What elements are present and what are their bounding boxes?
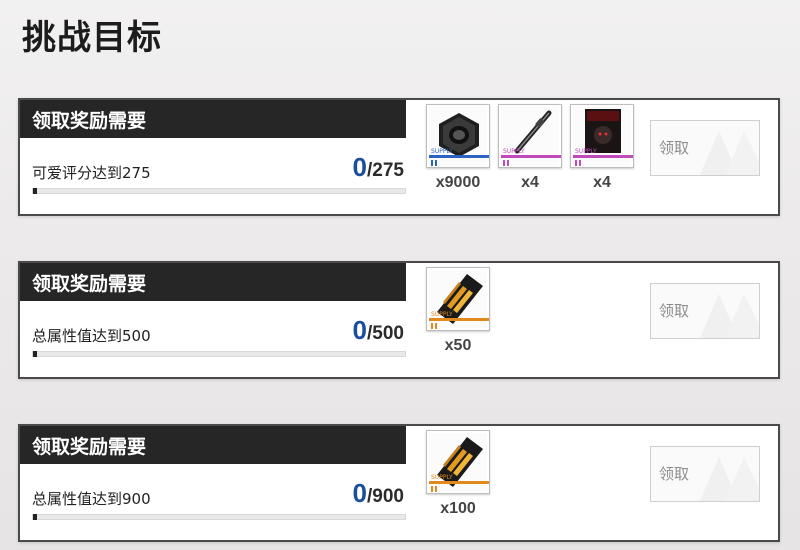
- claim-decoration: [699, 294, 759, 338]
- task-banner: 领取奖励需要: [20, 426, 406, 464]
- task-condition: 总属性值达到900: [32, 490, 151, 508]
- progress-total: 275: [372, 160, 404, 181]
- progress-current: 0: [352, 152, 368, 182]
- supply-label: SUPPLY: [431, 148, 453, 155]
- gold-ticket-icon: SUPPLY: [426, 267, 490, 331]
- reward-item[interactable]: SUPPLY x4: [498, 104, 562, 192]
- task-condition: 总属性值达到500: [32, 327, 151, 345]
- progress-bar: [32, 188, 406, 194]
- reward-quantity: x9000: [435, 174, 481, 191]
- hex-nut-icon: SUPPLY: [426, 104, 490, 168]
- reward-quantity: x4: [593, 174, 611, 191]
- progress-marker: [33, 351, 37, 357]
- progress-total: 500: [372, 323, 404, 344]
- task-card: 领取奖励需要 可爱评分达到275 0/275 SUPPLY x9000 SUPP…: [18, 98, 780, 216]
- reward-quantity: x100: [440, 500, 476, 517]
- gold-ticket-icon: SUPPLY: [426, 430, 490, 494]
- character-card-icon: SUPPLY: [570, 104, 634, 168]
- progress-current: 0: [352, 478, 368, 508]
- task-banner: 领取奖励需要: [20, 263, 406, 301]
- task-card: 领取奖励需要 总属性值达到500 0/500 SUPPLY x50 领取: [18, 261, 780, 379]
- claim-button[interactable]: 领取: [650, 446, 760, 502]
- progress-bar: [32, 514, 406, 520]
- claim-decoration: [699, 131, 759, 175]
- progress-marker: [33, 188, 37, 194]
- task-progress: 0/275: [353, 152, 404, 183]
- task-condition: 可爱评分达到275: [32, 164, 151, 182]
- claim-button[interactable]: 领取: [650, 283, 760, 339]
- supply-label: SUPPLY: [503, 148, 525, 155]
- progress-marker: [33, 514, 37, 520]
- progress-total: 900: [372, 486, 404, 507]
- progress-bar: [32, 351, 406, 357]
- reward-item[interactable]: SUPPLY x4: [570, 104, 634, 192]
- claim-button[interactable]: 领取: [650, 120, 760, 176]
- rod-part-icon: SUPPLY: [498, 104, 562, 168]
- supply-label: SUPPLY: [431, 311, 453, 318]
- task-card: 领取奖励需要 总属性值达到900 0/900 SUPPLY x100 领取: [18, 424, 780, 542]
- claim-decoration: [699, 457, 759, 501]
- supply-label: SUPPLY: [575, 148, 597, 155]
- supply-label: SUPPLY: [431, 474, 453, 481]
- task-banner: 领取奖励需要: [20, 100, 406, 138]
- reward-quantity: x50: [444, 337, 472, 354]
- reward-item[interactable]: SUPPLY x100: [426, 430, 490, 518]
- progress-current: 0: [352, 315, 368, 345]
- page-title: 挑战目标: [22, 18, 162, 58]
- reward-item[interactable]: SUPPLY x50: [426, 267, 490, 355]
- task-progress: 0/500: [353, 315, 404, 346]
- reward-quantity: x4: [521, 174, 539, 191]
- task-progress: 0/900: [353, 478, 404, 509]
- reward-item[interactable]: SUPPLY x9000: [426, 104, 490, 192]
